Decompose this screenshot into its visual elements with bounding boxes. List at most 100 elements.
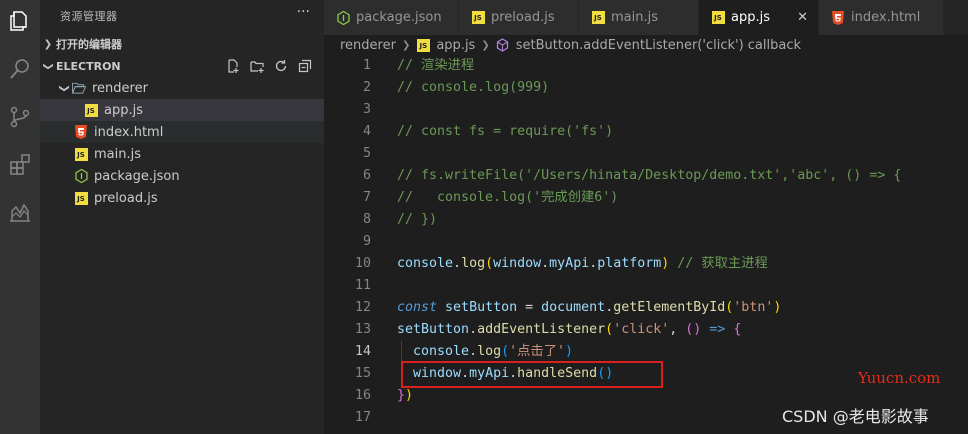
new-folder-icon[interactable] [248, 57, 266, 75]
tree-file-main-js[interactable]: JS main.js [40, 143, 324, 165]
line-number: 15 [354, 366, 371, 381]
code-line[interactable]: 3 [324, 99, 968, 121]
tree-file-package-json[interactable]: package.json [40, 165, 324, 187]
tab-preload-js[interactable]: JS preload.js [459, 0, 579, 35]
tree-item-label: app.js [104, 102, 143, 118]
code-token: = [517, 300, 542, 315]
js-icon: JS [74, 191, 88, 205]
author-watermark: CSDN @老电影故事 [782, 407, 929, 426]
code-token: setButton [397, 322, 470, 337]
extensions-icon[interactable] [0, 148, 40, 182]
code-text: // fs.writeFile('/Users/hinata/Desktop/d… [397, 165, 901, 187]
collapse-all-icon[interactable] [296, 57, 314, 75]
code-line[interactable]: 9 [324, 231, 968, 253]
editor-tab-bar: package.json JS preload.js JS main.js JS… [324, 0, 968, 35]
code-line[interactable]: 8 // }) [324, 209, 968, 231]
line-number: 9 [362, 234, 371, 249]
breadcrumb-symbol[interactable]: setButton.addEventListener('click') call… [516, 38, 801, 53]
js-icon: JS [711, 11, 725, 25]
code-token: log [461, 256, 486, 271]
code-text: setButton.addEventListener('click', () =… [397, 319, 741, 341]
chevron-right-icon: ❯ [401, 39, 411, 51]
remote-explorer-icon[interactable] [0, 196, 40, 230]
code-token: 'click' [613, 322, 670, 337]
chevron-down-icon: ❯ [42, 61, 54, 71]
code-line[interactable]: 6 // fs.writeFile('/Users/hinata/Desktop/… [324, 165, 968, 187]
more-actions-icon[interactable]: ··· [297, 4, 310, 20]
workspace-section[interactable]: ❯ ELECTRON [40, 55, 324, 77]
explorer-files-icon[interactable] [0, 4, 40, 38]
code-line[interactable]: 4 // const fs = require('fs') [324, 121, 968, 143]
code-token: { [733, 322, 742, 337]
line-number: 14 [354, 344, 371, 359]
code-line[interactable]: 10 console.log(window.myApi.platform) // … [324, 253, 968, 275]
js-icon: JS [416, 38, 430, 52]
new-file-icon[interactable] [224, 57, 242, 75]
tree-item-label: main.js [94, 146, 141, 162]
explorer-sidebar: 资源管理器 ··· ❯ 打开的编辑器 ❯ ELECTRON ❯ renderer… [40, 0, 324, 434]
tree-item-label: preload.js [94, 190, 158, 206]
symbol-method-icon [496, 38, 510, 52]
code-text: // console.log('完成创建6') [397, 187, 618, 209]
tab-label: index.html [851, 10, 921, 25]
tree-item-label: index.html [94, 124, 164, 140]
tab-package-json[interactable]: package.json [324, 0, 459, 35]
code-line[interactable]: 7 // console.log('完成创建6') [324, 187, 968, 209]
code-line[interactable]: 14 console.log('点击了') [324, 341, 968, 363]
nodejs-icon [336, 10, 350, 25]
js-icon: JS [471, 11, 485, 25]
code-line[interactable]: 11 [324, 275, 968, 297]
breadcrumb-file[interactable]: app.js [436, 38, 475, 53]
code-text: // const fs = require('fs') [397, 121, 613, 143]
code-token: // 渲染进程 [397, 58, 475, 73]
line-number: 11 [354, 278, 371, 293]
code-token: console [397, 256, 454, 271]
code-text: console.log('点击了') [397, 341, 573, 363]
code-token: . [541, 256, 550, 271]
code-token: ( [501, 344, 510, 359]
code-token: '点击了' [509, 344, 566, 359]
code-token: ( [485, 256, 494, 271]
search-icon[interactable] [0, 52, 40, 86]
refresh-icon[interactable] [272, 57, 290, 75]
code-token: // console.log(999) [397, 80, 550, 95]
code-token: addEventListener [477, 322, 606, 337]
js-icon: JS [74, 147, 88, 161]
line-number: 8 [362, 212, 371, 227]
code-token: ) [773, 300, 782, 315]
tab-app-js[interactable]: JS app.js ✕ [699, 0, 819, 35]
code-text: const setButton = document.getElementByI… [397, 297, 781, 319]
tree-folder-renderer[interactable]: ❯ renderer [40, 77, 324, 99]
tree-file-index-html[interactable]: index.html [40, 121, 324, 143]
close-icon[interactable]: ✕ [797, 10, 808, 25]
line-number: 17 [354, 410, 371, 425]
tree-file-app-js[interactable]: JS app.js [40, 99, 324, 121]
line-number: 16 [354, 388, 371, 403]
line-number: 5 [362, 146, 371, 161]
breadcrumb-folder[interactable]: renderer [340, 38, 396, 53]
open-editors-section[interactable]: ❯ 打开的编辑器 [40, 33, 324, 55]
code-token: ( [605, 322, 614, 337]
line-number: 10 [354, 256, 371, 271]
js-icon: JS [84, 103, 98, 117]
tab-index-html[interactable]: index.html [819, 0, 944, 35]
explorer-title: 资源管理器 [60, 10, 118, 23]
code-line[interactable]: 13 setButton.addEventListener('click', ()… [324, 319, 968, 341]
code-token: getElementById [613, 300, 726, 315]
code-line[interactable]: 1 // 渲染进程 [324, 55, 968, 77]
code-token: . [469, 344, 478, 359]
code-line[interactable]: 5 [324, 143, 968, 165]
tree-item-label: renderer [92, 80, 148, 96]
source-control-icon[interactable] [0, 100, 40, 134]
js-icon: JS [591, 11, 605, 25]
tree-file-preload-js[interactable]: JS preload.js [40, 187, 324, 209]
code-token: . [453, 256, 462, 271]
code-token: window [493, 256, 542, 271]
activity-bar [0, 0, 40, 434]
breadcrumb: renderer ❯ JS app.js ❯ setButton.addEven… [324, 35, 968, 55]
code-line[interactable]: 12 const setButton = document.getElementB… [324, 297, 968, 319]
code-line[interactable]: 2 // console.log(999) [324, 77, 968, 99]
code-text: // 渲染进程 [397, 55, 474, 77]
tab-main-js[interactable]: JS main.js [579, 0, 699, 35]
